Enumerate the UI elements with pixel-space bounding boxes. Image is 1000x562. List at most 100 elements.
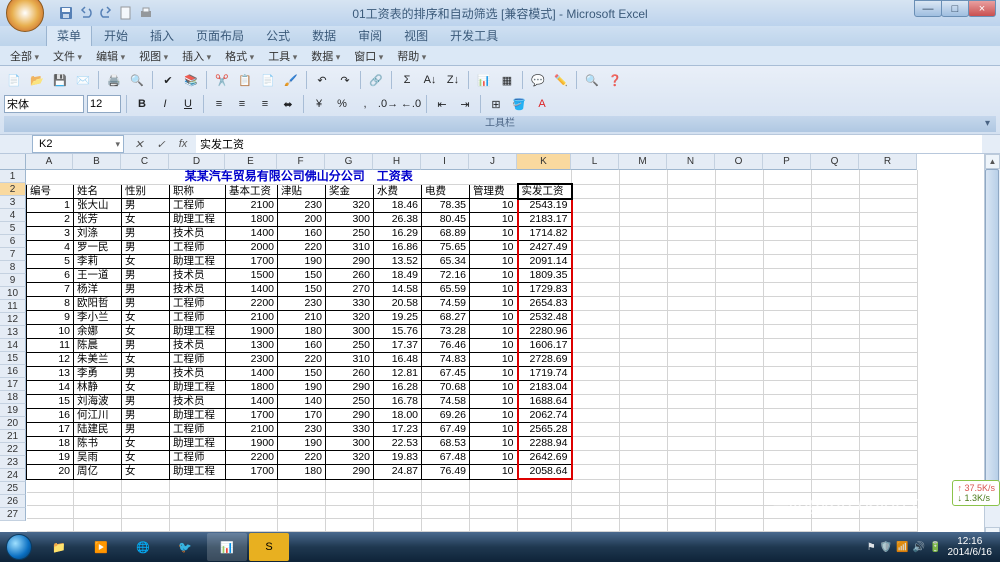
cell[interactable] [668, 199, 716, 213]
cell[interactable]: 170 [278, 409, 326, 423]
decrease-decimal-icon[interactable]: ←.0 [401, 94, 421, 114]
enter-icon[interactable]: ✓ [152, 136, 170, 152]
cell[interactable] [764, 241, 812, 255]
paste-icon[interactable]: 📄 [258, 70, 278, 90]
cell[interactable]: 290 [326, 381, 374, 395]
cell[interactable] [572, 297, 620, 311]
cell[interactable] [716, 492, 764, 505]
cell[interactable]: 助理工程 [170, 325, 226, 339]
cell[interactable]: 工程师 [170, 311, 226, 325]
cell[interactable] [74, 505, 122, 518]
row-header-18[interactable]: 18 [0, 391, 26, 404]
cell[interactable] [764, 297, 812, 311]
cell[interactable]: 1800 [226, 381, 278, 395]
cell[interactable]: 10 [470, 465, 518, 480]
cell[interactable] [764, 492, 812, 505]
pivot-icon[interactable]: ▦ [497, 70, 517, 90]
row-header-24[interactable]: 24 [0, 469, 26, 482]
cell[interactable] [572, 311, 620, 325]
cell[interactable] [860, 199, 918, 213]
cell[interactable] [764, 227, 812, 241]
cell[interactable]: 林静 [74, 381, 122, 395]
cell[interactable]: 290 [326, 465, 374, 480]
cell[interactable] [278, 505, 326, 518]
cell[interactable]: 70.68 [422, 381, 470, 395]
print-icon[interactable] [138, 5, 154, 21]
new-icon[interactable] [118, 5, 134, 21]
cell[interactable] [860, 269, 918, 283]
cell[interactable]: 16 [27, 409, 74, 423]
cell[interactable] [470, 479, 518, 492]
cell[interactable]: 300 [326, 213, 374, 227]
cell[interactable] [74, 518, 122, 531]
cell[interactable]: 1900 [226, 437, 278, 451]
cell[interactable]: 330 [326, 297, 374, 311]
cell[interactable]: 20.58 [374, 297, 422, 311]
cell[interactable] [620, 367, 668, 381]
cell[interactable]: 2532.48 [518, 311, 572, 325]
cell[interactable]: 李勇 [74, 367, 122, 381]
zoom-icon[interactable]: 🔍 [582, 70, 602, 90]
cell[interactable] [326, 479, 374, 492]
cell[interactable] [668, 451, 716, 465]
cell[interactable] [812, 437, 860, 451]
cell[interactable] [668, 353, 716, 367]
cell[interactable]: 女 [122, 213, 170, 227]
cell[interactable]: 2728.69 [518, 353, 572, 367]
cell[interactable]: 奖金 [326, 184, 374, 199]
cell[interactable]: 2100 [226, 311, 278, 325]
cell[interactable] [572, 367, 620, 381]
cell[interactable] [764, 213, 812, 227]
save-icon[interactable] [58, 5, 74, 21]
cell[interactable]: 工程师 [170, 353, 226, 367]
cell[interactable]: 12 [27, 353, 74, 367]
cell[interactable]: 2565.28 [518, 423, 572, 437]
cell[interactable]: 330 [326, 423, 374, 437]
cell[interactable]: 1400 [226, 283, 278, 297]
row-header-20[interactable]: 20 [0, 417, 26, 430]
cell[interactable]: 女 [122, 255, 170, 269]
cell[interactable]: 女 [122, 451, 170, 465]
cell[interactable] [860, 170, 918, 184]
cell[interactable]: 260 [326, 269, 374, 283]
vscroll-thumb[interactable] [985, 169, 999, 489]
cell[interactable]: 220 [278, 353, 326, 367]
cell[interactable]: 1809.35 [518, 269, 572, 283]
taskbar-media-icon[interactable]: ▶️ [81, 533, 121, 561]
cell[interactable]: 290 [326, 409, 374, 423]
cell[interactable]: 76.46 [422, 339, 470, 353]
ribbon-tab-6[interactable]: 审阅 [348, 25, 392, 46]
fill-color-icon[interactable]: 🪣 [509, 94, 529, 114]
col-header-Q[interactable]: Q [811, 154, 859, 170]
menu-item-5[interactable]: 格式 [219, 47, 260, 65]
cell[interactable] [860, 227, 918, 241]
taskbar-excel-icon[interactable]: 📊 [207, 533, 247, 561]
cell[interactable]: 230 [278, 297, 326, 311]
cell[interactable] [620, 437, 668, 451]
cell[interactable] [860, 451, 918, 465]
cell[interactable]: 10 [470, 395, 518, 409]
cell[interactable] [572, 184, 620, 199]
cell[interactable] [716, 283, 764, 297]
cell[interactable] [812, 227, 860, 241]
minimize-button[interactable]: — [914, 0, 942, 17]
cell[interactable]: 18.49 [374, 269, 422, 283]
cell[interactable] [278, 492, 326, 505]
cell[interactable] [620, 479, 668, 492]
cell[interactable]: 1606.17 [518, 339, 572, 353]
cell[interactable]: 10 [470, 311, 518, 325]
cell[interactable]: 男 [122, 297, 170, 311]
chart-icon[interactable]: 📊 [474, 70, 494, 90]
cell[interactable] [716, 381, 764, 395]
cell[interactable]: 14 [27, 381, 74, 395]
fx-icon[interactable]: fx [174, 136, 192, 152]
percent-icon[interactable]: % [332, 94, 352, 114]
cell[interactable] [860, 255, 918, 269]
cell[interactable]: 男 [122, 227, 170, 241]
cell[interactable]: 助理工程 [170, 465, 226, 480]
cell[interactable] [812, 339, 860, 353]
cell[interactable]: 250 [326, 227, 374, 241]
cell[interactable]: 女 [122, 437, 170, 451]
bold-icon[interactable]: B [132, 94, 152, 114]
cell[interactable]: 67.45 [422, 367, 470, 381]
